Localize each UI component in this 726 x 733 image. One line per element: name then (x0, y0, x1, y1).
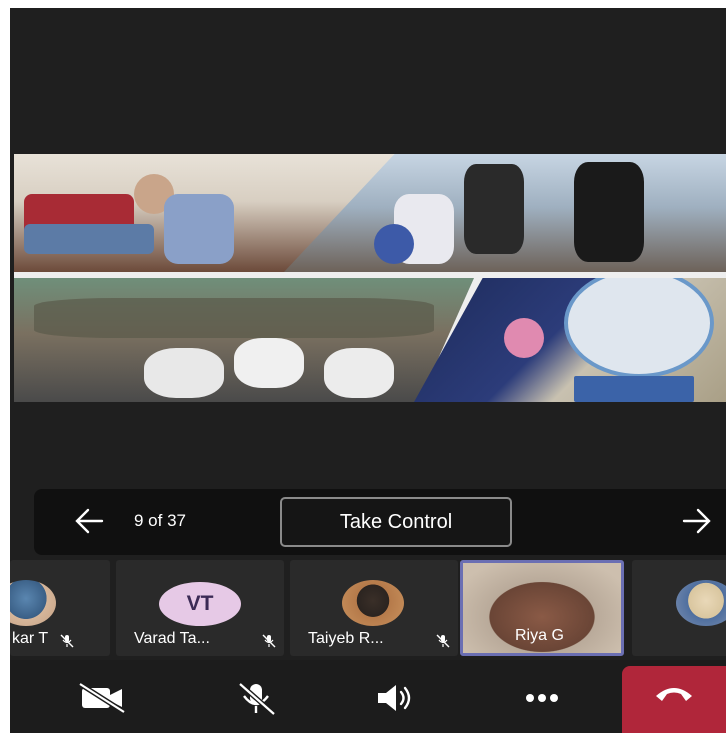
participant-tile-active[interactable]: Riya G (460, 560, 624, 656)
participant-name: kar T (12, 630, 49, 647)
mic-off-icon (60, 634, 74, 648)
hang-up-button[interactable] (622, 666, 726, 733)
participant-tile[interactable] (632, 560, 726, 656)
participant-name: Taiyeb R... (308, 630, 384, 647)
presenter-control-bar: 9 of 37 Take Control (34, 489, 726, 555)
participants-strip: kar T VT Varad Ta... Taiyeb R... Riya G (10, 560, 726, 660)
speaker-icon[interactable] (366, 678, 422, 718)
avatar (676, 580, 726, 626)
take-control-button[interactable]: Take Control (280, 497, 512, 547)
participant-tile[interactable]: VT Varad Ta... (116, 560, 284, 656)
meeting-window: 9 of 37 Take Control kar T VT Varad Ta..… (10, 8, 726, 733)
shared-content-collage (14, 154, 726, 402)
participant-tile[interactable]: kar T (10, 560, 110, 656)
mic-off-icon[interactable] (228, 678, 284, 718)
mic-off-icon (262, 634, 276, 648)
participant-tile[interactable]: Taiyeb R... (290, 560, 458, 656)
call-toolbar (10, 660, 726, 733)
camera-off-icon[interactable] (74, 678, 130, 718)
hang-up-icon (652, 680, 696, 706)
page-counter: 9 of 37 (134, 511, 186, 530)
avatar (342, 580, 404, 626)
avatar (10, 580, 56, 626)
photo-street-crowd (14, 278, 474, 402)
arrow-right-icon[interactable] (680, 501, 714, 541)
more-options-icon[interactable] (514, 678, 570, 718)
participant-name: Varad Ta... (134, 630, 210, 647)
arrow-left-icon[interactable] (72, 501, 106, 541)
avatar: VT (159, 582, 241, 626)
mic-off-icon (436, 634, 450, 648)
participant-name: Riya G (515, 627, 564, 644)
